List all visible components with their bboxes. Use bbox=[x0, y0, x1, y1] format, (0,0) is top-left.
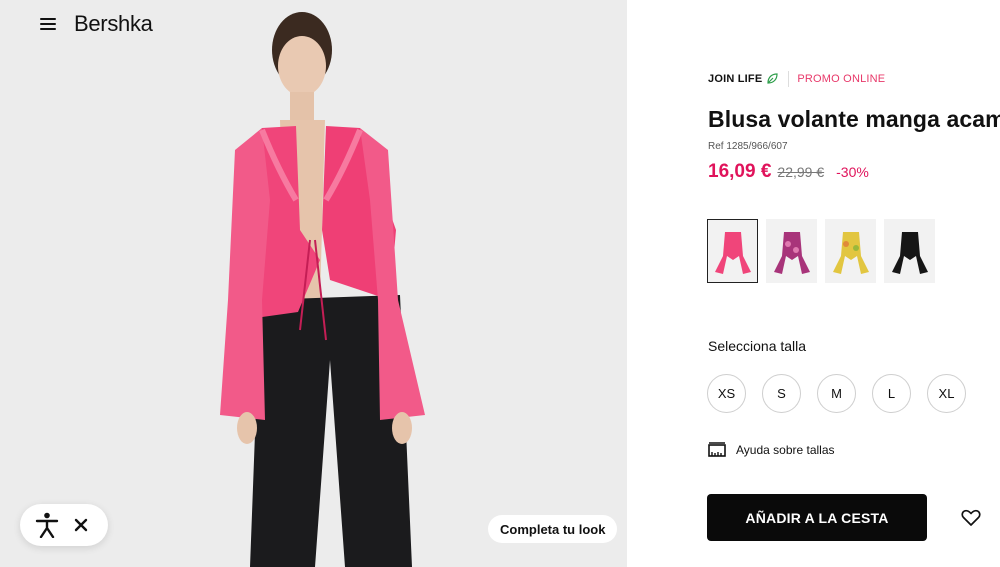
discount-badge: -30% bbox=[836, 164, 869, 180]
complete-look-button[interactable]: Completa tu look bbox=[488, 515, 618, 543]
product-photo[interactable] bbox=[150, 0, 480, 567]
size-help-label: Ayuda sobre tallas bbox=[736, 443, 835, 457]
size-option-s[interactable]: S bbox=[762, 374, 801, 413]
color-swatch-pink[interactable] bbox=[707, 219, 758, 283]
color-swatch-yellow-print[interactable] bbox=[825, 219, 876, 283]
price-block: 16,09 € 22,99 € -30% bbox=[708, 161, 869, 183]
join-life-tag: JOIN LIFE bbox=[708, 73, 778, 85]
promo-online-tag: PROMO ONLINE bbox=[797, 73, 886, 85]
current-price: 16,09 € bbox=[708, 161, 772, 182]
accessibility-icon[interactable] bbox=[33, 511, 61, 539]
color-swatches bbox=[707, 219, 935, 283]
color-swatch-magenta-print[interactable] bbox=[766, 219, 817, 283]
size-options: XS S M L XL bbox=[707, 374, 966, 413]
product-tags: JOIN LIFE PROMO ONLINE bbox=[708, 71, 885, 87]
original-price: 22,99 € bbox=[777, 164, 825, 180]
product-title: Blusa volante manga acam bbox=[708, 106, 1000, 132]
color-swatch-black[interactable] bbox=[884, 219, 935, 283]
size-option-xs[interactable]: XS bbox=[707, 374, 746, 413]
add-to-cart-button[interactable]: AÑADIR A LA CESTA bbox=[707, 494, 927, 541]
tag-divider bbox=[788, 71, 790, 87]
product-reference: Ref 1285/966/607 bbox=[708, 141, 788, 152]
join-life-label: JOIN LIFE bbox=[708, 73, 763, 85]
ruler-icon bbox=[708, 442, 726, 457]
product-image-pane: Bershka Completa tu look bbox=[0, 0, 627, 567]
size-selector-label: Selecciona talla bbox=[708, 338, 807, 354]
size-option-m[interactable]: M bbox=[817, 374, 856, 413]
size-help-link[interactable]: Ayuda sobre tallas bbox=[708, 442, 835, 458]
size-option-xl[interactable]: XL bbox=[927, 374, 966, 413]
product-info-panel: JOIN LIFE PROMO ONLINE Blusa volante man… bbox=[627, 0, 1000, 567]
size-option-l[interactable]: L bbox=[872, 374, 911, 413]
leaf-icon bbox=[767, 73, 778, 84]
brand-logo[interactable]: Bershka bbox=[74, 11, 153, 37]
accessibility-widget bbox=[20, 504, 108, 546]
site-header: Bershka bbox=[40, 10, 153, 38]
close-icon[interactable] bbox=[67, 511, 95, 539]
hamburger-menu-icon[interactable] bbox=[40, 18, 56, 30]
heart-icon[interactable] bbox=[960, 507, 982, 529]
